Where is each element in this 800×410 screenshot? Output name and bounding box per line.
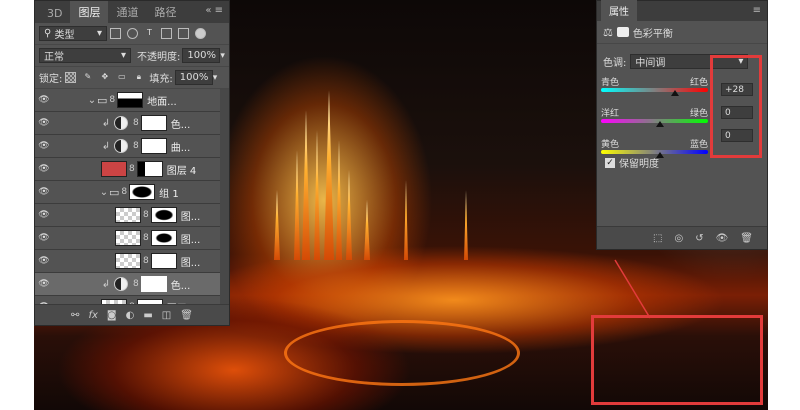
annotation-arrow [614,259,651,319]
